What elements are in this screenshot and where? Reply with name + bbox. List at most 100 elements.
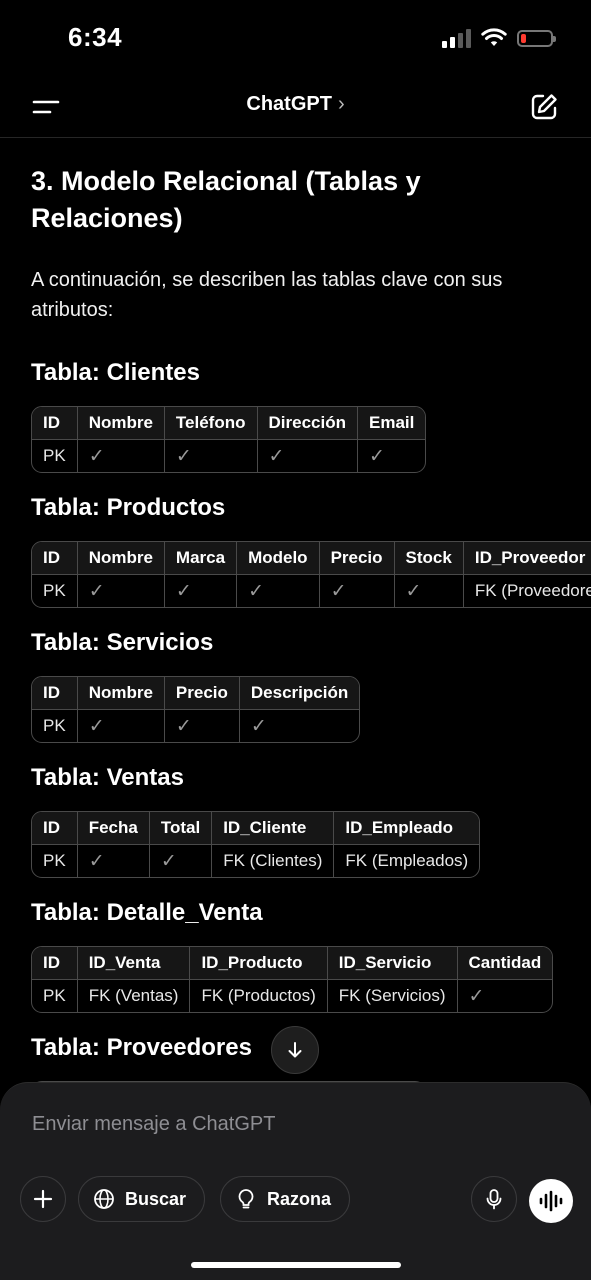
checkmark-cell: ✓ <box>164 574 238 607</box>
column-header: Modelo <box>236 542 320 575</box>
column-header: ID <box>32 677 78 710</box>
column-header: Cantidad <box>457 947 553 980</box>
column-header: ID_Cliente <box>211 812 335 845</box>
plus-icon <box>33 1189 53 1209</box>
battery-icon <box>517 29 556 47</box>
data-table: ID ID_Venta ID_Producto ID_Servicio Cantidad… <box>31 946 554 1013</box>
composer: Enviar mensaje a ChatGPT Buscar Razona <box>0 1082 591 1280</box>
table-cell: PK <box>32 844 78 877</box>
column-header: Precio <box>319 542 395 575</box>
column-header: Precio <box>164 677 240 710</box>
column-header: ID <box>32 947 78 980</box>
table-title: Tabla: Clientes <box>31 359 200 386</box>
lightbulb-icon <box>238 1189 254 1209</box>
search-button-label: Buscar <box>125 1188 187 1209</box>
chat-content[interactable]: 3. Modelo Relacional (Tablas y Relacione… <box>31 138 591 1090</box>
voice-mode-button[interactable] <box>529 1179 573 1223</box>
data-table: ID Nombre Precio Descripción PK ✓ ✓ ✓ <box>31 676 361 743</box>
column-header: ID_Producto <box>189 947 328 980</box>
new-chat-icon[interactable] <box>529 92 559 122</box>
section-heading: 3. Modelo Relacional (Tablas y Relacione… <box>31 166 421 233</box>
column-header: Email <box>357 407 426 440</box>
arrow-down-icon <box>288 1042 302 1058</box>
attach-button[interactable] <box>20 1176 66 1222</box>
column-header: ID_Servicio <box>327 947 458 980</box>
column-header: ID <box>32 812 78 845</box>
data-table: ID Nombre Marca Modelo Precio Stock ID_Proveed… <box>31 541 591 608</box>
column-header: ID <box>32 542 78 575</box>
table-header-row: ID ID_Venta ID_Producto ID_Servicio Cantidad <box>32 947 553 980</box>
column-header: ID_Venta <box>77 947 191 980</box>
checkmark-cell: ✓ <box>77 439 165 472</box>
table-cell: FK (Productos) <box>189 979 328 1012</box>
model-selector[interactable]: ChatGPT › <box>0 93 591 116</box>
table-row: PK FK (Ventas) FK (Productos) FK (Servicios… <box>32 979 552 1012</box>
table-title: Tabla: Detalle_Venta <box>31 899 263 926</box>
dictate-button[interactable] <box>471 1176 517 1222</box>
checkmark-cell: ✓ <box>319 574 395 607</box>
checkmark-cell: ✓ <box>77 709 165 742</box>
chevron-right-icon: › <box>337 93 345 115</box>
checkmark-cell: ✓ <box>164 709 240 742</box>
table-row: PK ✓ ✓ FK (Clientes) FK (Empleados) <box>32 844 479 877</box>
checkmark-cell: ✓ <box>77 574 165 607</box>
column-header: Teléfono <box>164 407 258 440</box>
cellular-signal-icon <box>442 28 471 48</box>
table-header-row: ID Nombre Precio Descripción <box>32 677 360 710</box>
checkmark-cell: ✓ <box>368 445 385 467</box>
table-title: Tabla: Ventas <box>31 764 184 791</box>
checkmark-cell: ✓ <box>77 844 150 877</box>
intro-paragraph: A continuación, se describen las tablas … <box>31 269 503 321</box>
table-cell: FK (Clientes) <box>211 844 335 877</box>
status-time: 6:34 <box>68 22 123 52</box>
table-title: Tabla: Productos <box>31 494 226 521</box>
app-title: ChatGPT <box>246 93 332 115</box>
message-input[interactable]: Enviar mensaje a ChatGPT <box>32 1113 275 1136</box>
table-row: PK ✓ ✓ ✓ <box>32 709 359 742</box>
column-header: Dirección <box>257 407 358 440</box>
table-header-row: ID Fecha Total ID_Cliente ID_Empleado <box>32 812 480 845</box>
data-table: IDNombreTeléfonoDirecciónEmailPK✓✓✓✓ <box>31 406 427 473</box>
top-bar: ChatGPT › <box>0 80 591 138</box>
reason-button[interactable]: Razona <box>220 1176 351 1222</box>
column-header: Marca <box>164 542 238 575</box>
scroll-down-button[interactable] <box>271 1026 319 1074</box>
column-header: Descripción <box>239 677 360 710</box>
table-header-row: IDNombreTeléfonoDirecciónEmail <box>32 407 426 440</box>
table-cell: PK <box>32 709 78 742</box>
checkmark-cell: ✓ <box>236 574 320 607</box>
checkmark-cell: ✓ <box>468 985 485 1007</box>
checkmark-cell: ✓ <box>149 844 213 877</box>
column-header: Fecha <box>77 812 150 845</box>
column-header: Nombre <box>77 407 165 440</box>
wifi-icon <box>481 28 507 46</box>
table-header-row: ID Nombre Marca Modelo Precio Stock ID_Proveed… <box>32 542 591 575</box>
column-header: Total <box>149 812 213 845</box>
table-cell: FK (Servicios) <box>327 979 458 1012</box>
checkmark-cell: ✓ <box>394 574 464 607</box>
table-cell: FK (Ventas) <box>77 979 191 1012</box>
table-cell: PK <box>32 979 78 1012</box>
search-button[interactable]: Buscar <box>78 1176 206 1222</box>
home-indicator <box>191 1262 401 1268</box>
reason-button-label: Razona <box>267 1188 332 1209</box>
column-header: ID_Empleado <box>333 812 480 845</box>
column-header: Nombre <box>77 542 165 575</box>
table-cell: FK (Empleados) <box>345 851 469 870</box>
voice-waveform-icon <box>539 1190 563 1212</box>
column-header: ID_Proveedor <box>463 542 591 575</box>
table-row: PK ✓ ✓ ✓ ✓ <box>32 439 425 472</box>
table-title: Tabla: Servicios <box>31 629 214 656</box>
table-cell: FK (Proveedores) <box>474 581 591 600</box>
checkmark-cell: ✓ <box>164 439 258 472</box>
table-cell: PK <box>32 439 78 472</box>
tables-container: Tabla: Clientes ID Nombre Teléfono Dirección… <box>31 355 591 1090</box>
column-header: Stock <box>394 542 464 575</box>
table-row: PK✓✓✓✓✓FK (Proveedores) <box>32 574 591 607</box>
column-header: Nombre <box>77 677 165 710</box>
table-cell: PK <box>32 574 78 607</box>
column-header: ID <box>32 407 78 440</box>
globe-icon <box>94 1189 114 1209</box>
data-table: ID Fecha Total ID_Cliente ID_Empleado PK ✓ ✓ FK … <box>31 811 481 878</box>
status-icons <box>442 28 556 48</box>
